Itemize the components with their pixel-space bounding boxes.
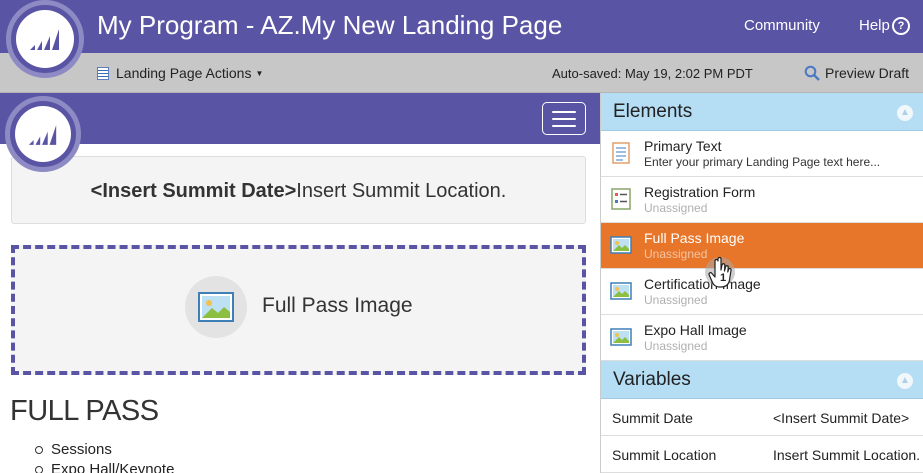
image-element-icon bbox=[610, 282, 632, 300]
variable-value[interactable]: <Insert Summit Date> bbox=[773, 410, 921, 426]
elements-panel: Elements ▲ Primary Text Enter your prima… bbox=[600, 93, 923, 473]
marketo-logo[interactable] bbox=[6, 0, 84, 78]
community-link[interactable]: Community bbox=[744, 17, 820, 34]
variable-row-summit-location[interactable]: Summit Location Insert Summit Location. bbox=[601, 436, 923, 473]
image-element-icon bbox=[610, 236, 632, 254]
hamburger-line bbox=[552, 110, 576, 113]
element-status: Unassigned bbox=[644, 293, 708, 307]
variable-name: Summit Date bbox=[612, 410, 693, 426]
hamburger-menu-button[interactable] bbox=[542, 102, 586, 135]
variable-row-summit-date[interactable]: Summit Date <Insert Summit Date> bbox=[601, 399, 923, 436]
editor-toolbar: Landing Page Actions ▼ Auto-saved: May 1… bbox=[0, 53, 923, 93]
full-pass-image-slot[interactable]: Full Pass Image bbox=[11, 245, 586, 375]
logo-bars-icon bbox=[30, 29, 59, 50]
elements-section-header[interactable]: Elements ▲ bbox=[601, 93, 923, 131]
collapse-up-icon[interactable]: ▲ bbox=[897, 373, 913, 389]
logo-bars-icon bbox=[28, 124, 57, 145]
benefits-list: Sessions Expo Hall/Keynote bbox=[35, 440, 174, 473]
page-title: My Program - AZ.My New Landing Page bbox=[97, 10, 563, 40]
list-item: Expo Hall/Keynote bbox=[35, 460, 174, 473]
element-name: Expo Hall Image bbox=[644, 322, 747, 338]
hamburger-line bbox=[552, 124, 576, 127]
step-badge: 1 bbox=[719, 272, 727, 284]
element-item-primary-text[interactable]: Primary Text Enter your primary Landing … bbox=[601, 131, 923, 177]
image-element-icon bbox=[610, 328, 632, 346]
collapse-up-icon[interactable]: ▲ bbox=[897, 105, 913, 121]
variables-section-header[interactable]: Variables ▲ bbox=[601, 361, 923, 399]
variable-name: Summit Location bbox=[612, 447, 717, 463]
image-placeholder-label: Full Pass Image bbox=[262, 294, 413, 317]
hamburger-line bbox=[552, 117, 576, 120]
canvas-header bbox=[0, 93, 600, 144]
element-status: Unassigned bbox=[644, 201, 708, 215]
variable-value[interactable]: Insert Summit Location. bbox=[773, 447, 921, 463]
summit-location-token: Insert Summit Location. bbox=[296, 180, 507, 202]
caret-down-icon: ▼ bbox=[255, 68, 264, 78]
landing-page-actions-menu[interactable]: Landing Page Actions ▼ bbox=[97, 65, 263, 81]
text-element-icon bbox=[612, 142, 630, 164]
summit-date-token: <Insert Summit Date> bbox=[90, 180, 297, 202]
help-icon[interactable]: ? bbox=[892, 17, 910, 35]
autosave-status: Auto-saved: May 19, 2:02 PM PDT bbox=[552, 66, 753, 81]
magnifier-icon bbox=[804, 65, 820, 81]
element-item-full-pass-image[interactable]: Full Pass Image Unassigned bbox=[601, 223, 923, 269]
variables-title: Variables bbox=[613, 369, 691, 390]
list-item: Sessions bbox=[35, 440, 174, 460]
element-name: Registration Form bbox=[644, 184, 756, 200]
top-header: My Program - AZ.My New Landing Page Comm… bbox=[0, 0, 923, 53]
element-status: Unassigned bbox=[644, 339, 708, 353]
form-element-icon bbox=[611, 188, 631, 210]
element-name: Primary Text bbox=[644, 138, 722, 154]
image-icon bbox=[198, 292, 234, 322]
element-description: Enter your primary Landing Page text her… bbox=[644, 155, 881, 169]
element-item-registration-form[interactable]: Registration Form Unassigned bbox=[601, 177, 923, 223]
elements-title: Elements bbox=[613, 101, 693, 122]
landing-page-canvas: <Insert Summit Date>Insert Summit Locati… bbox=[0, 93, 600, 473]
element-name: Full Pass Image bbox=[644, 230, 745, 246]
summit-info-box[interactable]: <Insert Summit Date>Insert Summit Locati… bbox=[11, 156, 586, 224]
element-item-expo-hall-image[interactable]: Expo Hall Image Unassigned bbox=[601, 315, 923, 361]
landing-page-icon bbox=[97, 66, 109, 80]
preview-draft-button[interactable]: Preview Draft bbox=[804, 65, 909, 81]
element-item-certification-image[interactable]: Certification Image Unassigned bbox=[601, 269, 923, 315]
full-pass-heading: FULL PASS bbox=[10, 395, 159, 427]
page-logo bbox=[5, 96, 81, 172]
element-status: Unassigned bbox=[644, 247, 708, 261]
landing-page-actions-label: Landing Page Actions bbox=[116, 65, 252, 81]
preview-draft-label: Preview Draft bbox=[825, 65, 910, 81]
help-link[interactable]: Help bbox=[859, 17, 890, 34]
image-placeholder-circle bbox=[185, 276, 247, 338]
